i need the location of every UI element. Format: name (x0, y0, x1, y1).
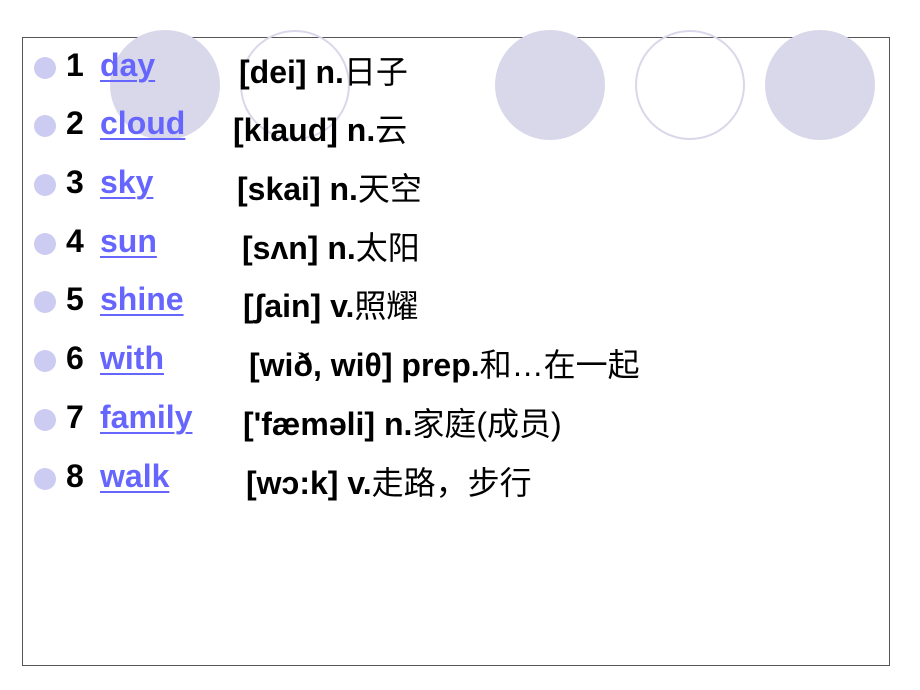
word-link[interactable]: day (100, 47, 155, 84)
chinese-meaning: 云 (375, 112, 408, 148)
definition: [skai] n.天空 (237, 164, 422, 210)
decor-circle-filled (765, 30, 875, 140)
word-link[interactable]: sky (100, 164, 153, 201)
definition: [wið, wiθ] prep.和…在一起 (249, 340, 640, 386)
item-number: 8 (66, 458, 84, 494)
word-link[interactable]: sun (100, 223, 157, 260)
phonetic: [sʌn] n. (242, 230, 356, 266)
definition: [klaud] n.云 (233, 105, 407, 151)
chinese-meaning: 家庭(成员) (412, 406, 562, 442)
item-number: 2 (66, 105, 84, 141)
bullet-icon (34, 291, 56, 313)
chinese-meaning: 走路，步行 (371, 465, 532, 501)
bullet-icon (34, 233, 56, 255)
phonetic: [dei] n. (239, 54, 344, 90)
bullet-icon (34, 409, 56, 431)
phonetic: [ʃain] v. (243, 288, 355, 324)
phonetic: ['fæməli] n. (243, 406, 413, 442)
phonetic: [wið, wiθ] prep. (249, 347, 480, 383)
bullet-icon (34, 115, 56, 137)
phonetic: [skai] n. (237, 171, 358, 207)
item-number: 7 (66, 399, 84, 435)
definition: [ʃain] v.照耀 (243, 281, 418, 327)
word-link[interactable]: shine (100, 281, 184, 318)
bullet-icon (34, 57, 56, 79)
definition: ['fæməli] n.家庭(成员) (243, 399, 562, 445)
decor-circle-outline (635, 30, 745, 140)
chinese-meaning: 照耀 (354, 288, 419, 324)
definition: [sʌn] n.太阳 (242, 223, 420, 269)
phonetic: [wɔ:k] v. (246, 465, 372, 501)
word-link[interactable]: cloud (100, 105, 185, 142)
chinese-meaning: 太阳 (355, 230, 420, 266)
definition: [dei] n.日子 (239, 47, 408, 93)
item-number: 6 (66, 340, 84, 376)
chinese-meaning: 天空 (357, 171, 422, 207)
item-number: 1 (66, 47, 84, 83)
bullet-icon (34, 174, 56, 196)
word-link[interactable]: walk (100, 458, 169, 495)
definition: [wɔ:k] v.走路，步行 (246, 458, 532, 504)
word-link[interactable]: with (100, 340, 164, 377)
item-number: 3 (66, 164, 84, 200)
bullet-icon (34, 468, 56, 490)
chinese-meaning: 和…在一起 (479, 347, 640, 383)
item-number: 4 (66, 223, 84, 259)
item-number: 5 (66, 281, 84, 317)
word-link[interactable]: family (100, 399, 192, 436)
bullet-icon (34, 350, 56, 372)
phonetic: [klaud] n. (233, 112, 376, 148)
decor-circle-filled (495, 30, 605, 140)
chinese-meaning: 日子 (343, 54, 408, 90)
